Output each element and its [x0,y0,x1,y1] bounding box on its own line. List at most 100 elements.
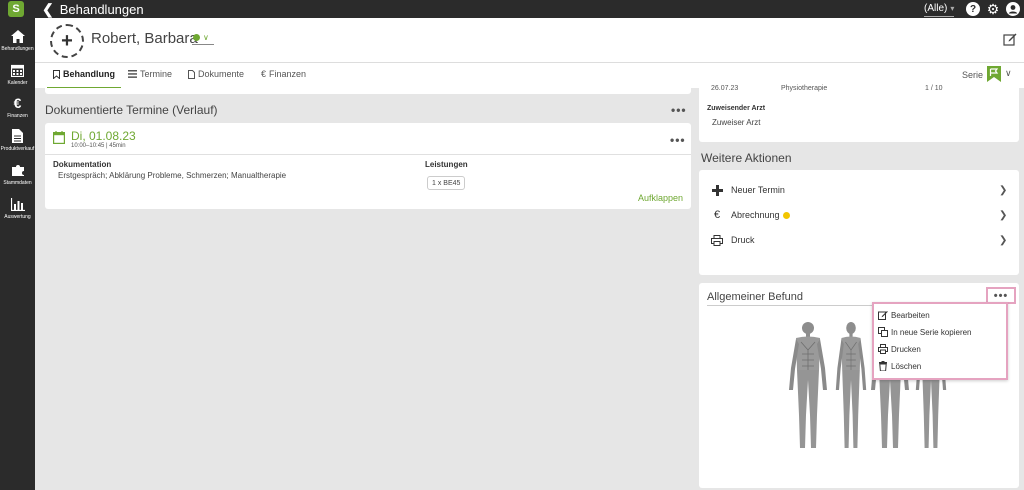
billing-action[interactable]: € Abrechnung ❯ [699,205,1019,225]
sidebar-item-label: Behandlungen [1,46,34,52]
findings-context-menu: Bearbeiten In neue Serie kopieren Drucke… [872,302,1008,380]
calendar-icon [53,131,66,145]
file-icon [188,69,195,79]
chevron-down-icon: ∨ [203,33,209,42]
tab-label: Behandlung [63,69,115,79]
action-label: Neuer Termin [731,185,785,195]
sidebar-item-produktverkauf[interactable]: Produktverkauf [0,128,35,152]
user-icon[interactable] [1006,2,1020,16]
document-icon [12,128,23,144]
home-icon [10,28,25,44]
puzzle-icon [11,162,25,178]
printer-icon [711,234,723,246]
chevron-down-icon: ▾ [950,4,955,13]
tab-label: Termine [140,69,173,79]
euro-icon: € [713,209,721,221]
menu-item-label: Drucken [891,344,921,354]
euro-icon: € [13,95,22,111]
tab-bar: Behandlung Termine Dokumente € Finanzen … [35,62,1024,89]
menu-item-print[interactable]: Drucken [878,341,921,357]
serie-label: Serie [962,70,984,80]
gear-icon[interactable]: ⚙ [986,1,1000,17]
print-action[interactable]: Druck ❯ [699,230,1019,250]
leistungen-label: Leistungen [425,160,468,169]
logo-badge: S [8,1,24,17]
plus-icon: + [61,29,73,52]
page-title: Behandlungen [59,1,144,17]
appointment-more-button[interactable]: ••• [670,133,686,147]
referring-doctor-value: Zuweiser Arzt [712,118,761,127]
documentation-label: Dokumentation [53,160,112,169]
edit-icon [878,311,888,320]
new-appointment-action[interactable]: Neuer Termin ❯ [699,180,1019,200]
edit-icon[interactable] [1003,32,1017,46]
chevron-left-icon: ❮ [42,0,54,17]
body-side [835,321,867,449]
sidebar-item-label: Produktverkauf [0,146,35,152]
sidebar: Behandlungen Kalender € Finanzen Produkt… [0,18,35,490]
status-select[interactable]: ∨ [192,31,214,45]
series-therapy: Physiotherapie [781,85,828,92]
list-icon [128,70,137,78]
chevron-right-icon: ❯ [999,209,1008,221]
sidebar-item-finanzen[interactable]: € Finanzen [0,95,35,119]
documentation-text: Erstgespräch; Abklärung Probleme, Schmer… [58,171,287,180]
sidebar-item-stammdaten[interactable]: Stammdaten [0,162,35,186]
leistung-chip[interactable]: 1 x BE45 [427,176,466,190]
findings-title: Allgemeiner Befund [707,291,804,303]
top-bar: S ❮ Behandlungen (Alle) ▾ ? ⚙ [0,0,1024,18]
sidebar-item-kalender[interactable]: Kalender [0,62,35,86]
sidebar-item-label: Auswertung [4,214,31,220]
sidebar-item-behandlungen[interactable]: Behandlungen [0,28,35,52]
sidebar-item-label: Stammdaten [3,180,32,186]
chevron-down-icon[interactable]: ∨ [1005,68,1012,79]
warning-dot [783,211,790,219]
history-more-button[interactable]: ••• [671,103,687,117]
action-label: Druck [731,235,755,245]
divider [45,154,691,155]
menu-item-delete[interactable]: Löschen [878,358,921,374]
chevron-right-icon: ❯ [999,184,1008,196]
patient-name: Robert, Barbara [91,30,198,47]
chart-icon [10,196,25,212]
body-front [788,321,828,449]
actions-title: Weitere Aktionen [701,151,792,165]
filter-value: (Alle) [924,3,948,14]
menu-item-label: In neue Serie kopieren [891,327,972,337]
sidebar-item-label: Kalender [7,80,28,86]
expand-link[interactable]: Aufklappen [638,193,683,203]
tab-finanzen[interactable]: € Finanzen [261,69,306,79]
add-photo-button[interactable]: + [50,24,84,58]
tab-behandlung[interactable]: Behandlung [53,69,115,79]
history-title: Dokumentierte Termine (Verlauf) [45,103,218,117]
tab-dokumente[interactable]: Dokumente [188,69,244,79]
status-dot [193,34,200,41]
copy-icon [878,327,888,337]
filter-select[interactable]: (Alle) ▾ [924,1,955,17]
back-button[interactable]: ❮ Behandlungen [42,0,144,18]
referring-doctor-label: Zuweisender Arzt [707,105,766,112]
chevron-right-icon: ❯ [999,234,1008,246]
menu-item-label: Bearbeiten [891,310,930,320]
series-date: 26.07.23 [711,85,739,92]
menu-item-copy-to-series[interactable]: In neue Serie kopieren [878,324,972,340]
menu-item-label: Löschen [891,361,922,371]
series-count: 1 / 10 [925,85,943,92]
action-label: Abrechnung [731,210,780,220]
previous-card-edge [45,88,691,94]
help-icon[interactable]: ? [966,2,980,16]
appointment-time: 10:00–10:45 | 45min [71,143,126,149]
appointment-date[interactable]: Di, 01.08.23 [71,129,136,143]
tab-label: Finanzen [269,69,307,79]
sidebar-item-label: Finanzen [7,113,28,119]
calendar-icon [11,62,24,78]
appointment-card: Di, 01.08.23 10:00–10:45 | 45min ••• Dok… [45,123,691,209]
sidebar-item-auswertung[interactable]: Auswertung [0,196,35,220]
euro-icon: € [261,69,267,79]
app-logo[interactable]: S [6,0,26,18]
menu-item-edit[interactable]: Bearbeiten [878,307,930,323]
bookmark-icon [53,69,60,79]
plus-icon [711,184,723,196]
serie-flag-icon[interactable] [987,66,1001,82]
tab-termine[interactable]: Termine [128,69,172,79]
